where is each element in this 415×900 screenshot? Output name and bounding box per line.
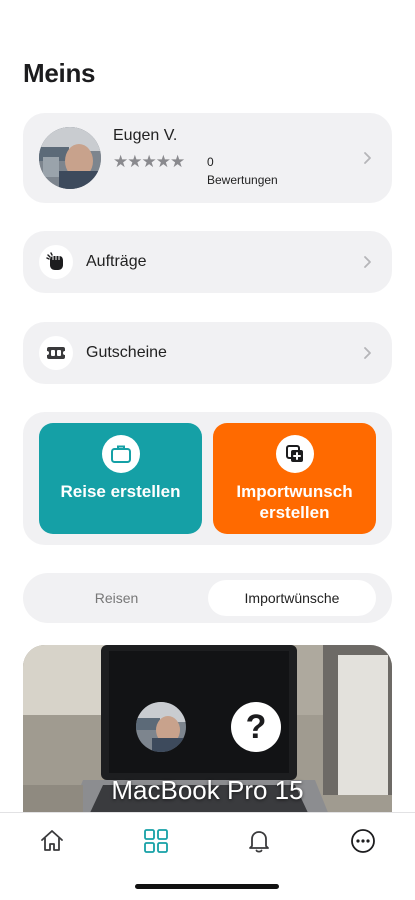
profile-card[interactable]: Eugen V. ★★★★★ 0 Bewertungen xyxy=(23,113,392,203)
tab-trips[interactable]: Reisen xyxy=(30,580,203,616)
segmented-control: Reisen Importwünsche xyxy=(23,573,392,623)
menu-item-orders[interactable]: Aufträge xyxy=(23,231,392,293)
chevron-right-icon xyxy=(360,151,374,165)
grid-icon[interactable] xyxy=(142,827,170,855)
user-name: Eugen V. xyxy=(113,127,178,144)
tab-import-requests[interactable]: Importwünsche xyxy=(208,580,376,616)
rating-count: 0 xyxy=(207,155,214,169)
create-import-request-label: Importwunsch erstellen xyxy=(236,482,353,522)
menu-item-vouchers[interactable]: Gutscheine xyxy=(23,322,392,384)
home-icon[interactable] xyxy=(38,827,66,855)
import-add-icon xyxy=(275,435,314,473)
page-title: Meins xyxy=(23,58,96,88)
listing-title: MacBook Pro 15 xyxy=(111,775,304,805)
rating-label: Bewertungen xyxy=(207,173,278,187)
vouchers-label: Gutscheine xyxy=(86,344,167,361)
chevron-right-icon xyxy=(360,346,374,360)
fist-icon xyxy=(39,245,73,279)
bell-icon[interactable] xyxy=(245,827,273,855)
chevron-right-icon xyxy=(360,255,374,269)
listing-owner-avatar xyxy=(136,702,186,752)
question-icon: ? xyxy=(231,702,281,752)
rating-stars: ★★★★★ xyxy=(113,152,185,171)
more-icon[interactable] xyxy=(349,827,377,855)
orders-label: Aufträge xyxy=(86,253,147,270)
avatar xyxy=(39,127,101,189)
listing-card[interactable]: ? MacBook Pro 15 xyxy=(23,645,392,825)
actions-card: Reise erstellen Importwunsch erstellen xyxy=(23,412,392,545)
create-import-request-button[interactable]: Importwunsch erstellen xyxy=(213,423,376,534)
home-indicator xyxy=(135,884,279,889)
voucher-icon xyxy=(39,336,73,370)
create-trip-label: Reise erstellen xyxy=(60,482,181,501)
create-trip-button[interactable]: Reise erstellen xyxy=(39,423,202,534)
suitcase-icon xyxy=(101,435,140,473)
